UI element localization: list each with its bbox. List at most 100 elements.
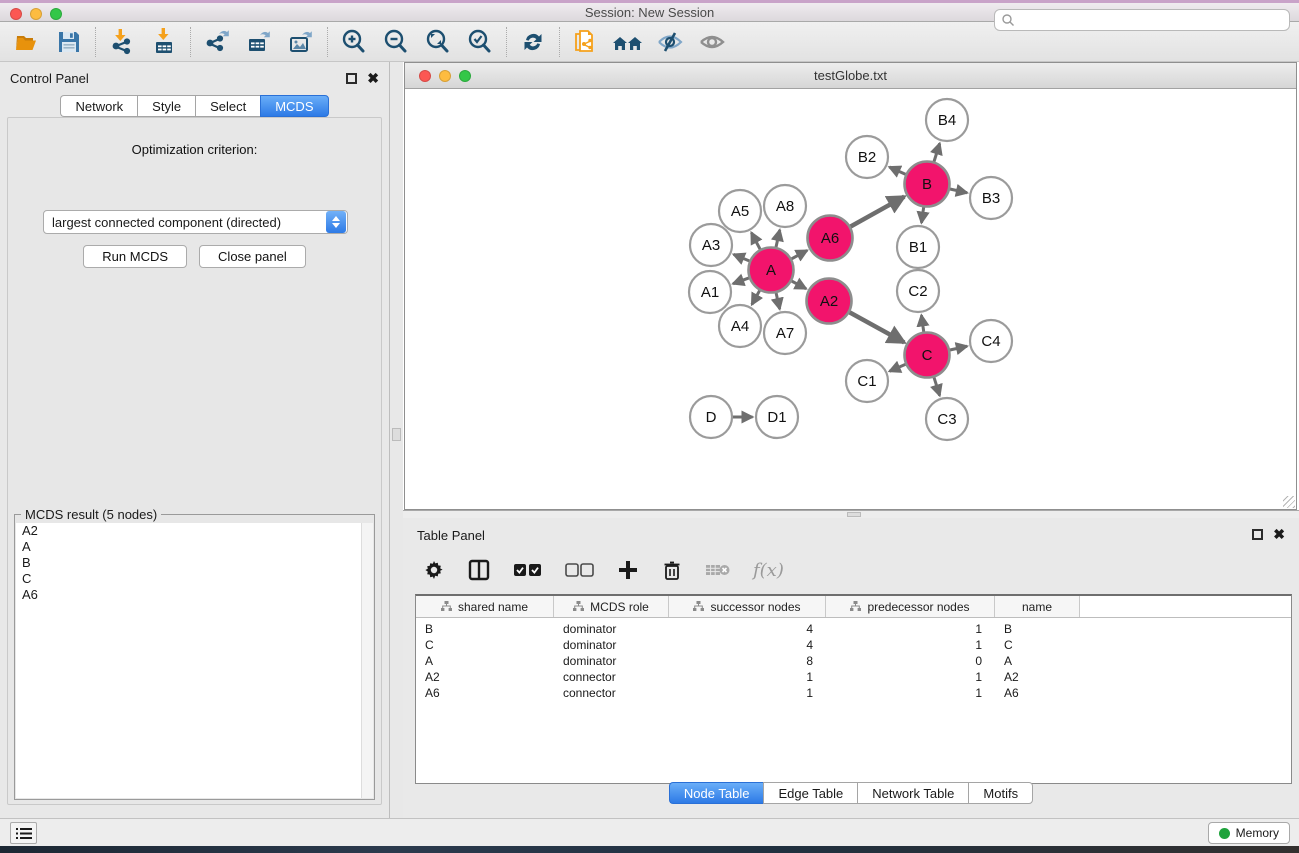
function-builder-icon[interactable]: f(x) — [753, 560, 784, 581]
refresh-icon[interactable] — [512, 24, 554, 60]
column-header-predecessor-nodes[interactable]: predecessor nodes — [826, 596, 995, 617]
graph-node-label-A3: A3 — [702, 237, 720, 254]
run-mcds-button[interactable]: Run MCDS — [83, 245, 187, 268]
minimize-window-icon[interactable] — [30, 8, 42, 20]
float-panel-icon[interactable] — [346, 73, 357, 84]
import-network-icon[interactable] — [101, 24, 143, 60]
table-row[interactable]: A2 connector 1 1 A2 — [416, 669, 1291, 685]
zoom-out-icon[interactable] — [375, 24, 417, 60]
mcds-result-list[interactable]: A2 A B C A6 — [16, 523, 373, 798]
delete-table-icon[interactable] — [705, 561, 731, 579]
close-view-icon[interactable] — [419, 70, 431, 82]
vertical-split-divider[interactable] — [390, 62, 403, 818]
sitemap-icon — [850, 601, 861, 612]
table-row[interactable]: A dominator 8 0 A — [416, 653, 1291, 669]
node-table[interactable]: shared name MCDS role successor nodes pr… — [415, 594, 1292, 784]
minimize-view-icon[interactable] — [439, 70, 451, 82]
table-row[interactable]: B dominator 4 1 B — [416, 621, 1291, 637]
network-view-window[interactable]: testGlobe.txt B4B2BB3A5A8A6B1A3AC2A1A2A4… — [404, 62, 1297, 510]
window-controls[interactable] — [10, 8, 62, 20]
import-table-icon[interactable] — [143, 24, 185, 60]
network-window-controls[interactable] — [419, 70, 471, 82]
zoom-view-icon[interactable] — [459, 70, 471, 82]
graph-node-label-C1: C1 — [857, 373, 876, 390]
graph-node-label-A8: A8 — [776, 198, 794, 215]
table-row[interactable]: C dominator 4 1 C — [416, 637, 1291, 653]
open-file-icon[interactable] — [6, 24, 48, 60]
divider-handle[interactable] — [392, 428, 401, 441]
tab-network-table[interactable]: Network Table — [857, 782, 968, 804]
graph-node-label-C3: C3 — [937, 411, 956, 428]
graph-node-label-B4: B4 — [938, 112, 956, 129]
table-panel-title: Table Panel — [417, 520, 1252, 543]
save-session-icon[interactable] — [48, 24, 90, 60]
column-header-name[interactable]: name — [995, 596, 1080, 617]
split-columns-icon[interactable] — [467, 558, 491, 582]
graph-node-label-D: D — [706, 409, 717, 426]
result-item[interactable]: B — [16, 555, 373, 571]
result-item[interactable]: A6 — [16, 587, 373, 603]
selected-criterion: largest connected component (directed) — [44, 215, 325, 230]
graph-node-label-C2: C2 — [908, 283, 927, 300]
close-table-panel-icon[interactable]: ✖ — [1273, 529, 1285, 540]
zoom-in-icon[interactable] — [333, 24, 375, 60]
status-bar: Memory — [0, 818, 1299, 846]
export-table-icon[interactable] — [238, 24, 280, 60]
toolbar-separator — [95, 27, 96, 57]
tab-network[interactable]: Network — [60, 95, 137, 117]
optimization-criterion-select[interactable]: largest connected component (directed) — [43, 210, 348, 234]
search-field[interactable] — [994, 9, 1290, 31]
show-eye-icon[interactable] — [691, 24, 733, 60]
export-network-icon[interactable] — [196, 24, 238, 60]
gear-icon[interactable] — [423, 559, 445, 581]
column-header-mcds-role[interactable]: MCDS role — [554, 596, 669, 617]
mcds-result-title: MCDS result (5 nodes) — [21, 507, 161, 522]
table-row[interactable]: A6 connector 1 1 A6 — [416, 685, 1291, 701]
column-header-successor-nodes[interactable]: successor nodes — [669, 596, 826, 617]
delete-column-icon[interactable] — [661, 559, 683, 581]
close-window-icon[interactable] — [10, 8, 22, 20]
graph-node-label-C: C — [922, 347, 933, 364]
network-window-titlebar[interactable]: testGlobe.txt — [405, 63, 1296, 89]
tab-edge-table[interactable]: Edge Table — [763, 782, 857, 804]
result-scrollbar[interactable] — [361, 523, 373, 798]
float-table-panel-icon[interactable] — [1252, 529, 1263, 540]
toolbar-separator — [327, 27, 328, 57]
tab-node-table[interactable]: Node Table — [669, 782, 764, 804]
tab-style[interactable]: Style — [137, 95, 195, 117]
divider-handle[interactable] — [847, 512, 861, 517]
select-stepper-icon[interactable] — [326, 211, 346, 233]
tab-motifs[interactable]: Motifs — [968, 782, 1033, 804]
tab-select[interactable]: Select — [195, 95, 260, 117]
toolbar-separator — [506, 27, 507, 57]
close-panel-button[interactable]: Close panel — [199, 245, 306, 268]
hide-eye-icon[interactable] — [649, 24, 691, 60]
unselect-all-columns-icon[interactable] — [565, 562, 595, 578]
close-panel-icon[interactable]: ✖ — [367, 73, 379, 84]
home-icon[interactable] — [607, 24, 649, 60]
zoom-fit-icon[interactable] — [417, 24, 459, 60]
select-all-columns-icon[interactable] — [513, 562, 543, 578]
result-item[interactable]: A — [16, 539, 373, 555]
toolbar-separator — [190, 27, 191, 57]
search-input[interactable] — [1019, 13, 1283, 27]
sitemap-icon — [693, 601, 704, 612]
zoom-window-icon[interactable] — [50, 8, 62, 20]
task-history-button[interactable] — [10, 822, 37, 844]
result-item[interactable]: A2 — [16, 523, 373, 539]
export-image-icon[interactable] — [280, 24, 322, 60]
table-toolbar: f(x) — [403, 550, 1299, 590]
result-item[interactable]: C — [16, 571, 373, 587]
zoom-selected-icon[interactable] — [459, 24, 501, 60]
column-header-shared-name[interactable]: shared name — [416, 596, 554, 617]
horizontal-split-divider[interactable] — [403, 510, 1299, 518]
clone-network-icon[interactable] — [565, 24, 607, 60]
control-panel: Control Panel ✖ Network Style Select MCD… — [0, 62, 390, 818]
network-canvas[interactable]: B4B2BB3A5A8A6B1A3AC2A1A2A4A7C4CC1C3DD1 — [405, 89, 1296, 509]
add-column-icon[interactable] — [617, 559, 639, 581]
tab-mcds[interactable]: MCDS — [260, 95, 328, 117]
memory-button[interactable]: Memory — [1208, 822, 1290, 844]
window-resize-grip[interactable] — [1283, 496, 1295, 508]
search-icon — [1001, 13, 1015, 27]
graph-node-label-B1: B1 — [909, 239, 927, 256]
